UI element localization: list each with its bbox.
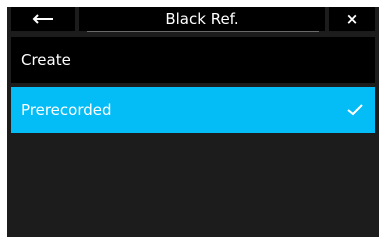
- list-item-label: Create: [21, 51, 71, 69]
- option-list: Create Prerecorded: [11, 37, 375, 137]
- page-title: Black Ref.: [79, 7, 325, 31]
- title-underline: [87, 31, 319, 32]
- close-button[interactable]: ×: [329, 7, 375, 31]
- list-item-prerecorded[interactable]: Prerecorded: [11, 87, 375, 133]
- close-icon: ×: [345, 10, 359, 28]
- checkmark-icon: [347, 104, 363, 116]
- dialog-screen: Black Ref. × Create Prerecorded: [7, 7, 379, 237]
- arrow-left-icon: [32, 14, 53, 24]
- list-item-create[interactable]: Create: [11, 37, 375, 83]
- back-button[interactable]: [11, 7, 75, 31]
- title-bar: Black Ref. ×: [7, 7, 379, 33]
- list-item-label: Prerecorded: [21, 101, 112, 119]
